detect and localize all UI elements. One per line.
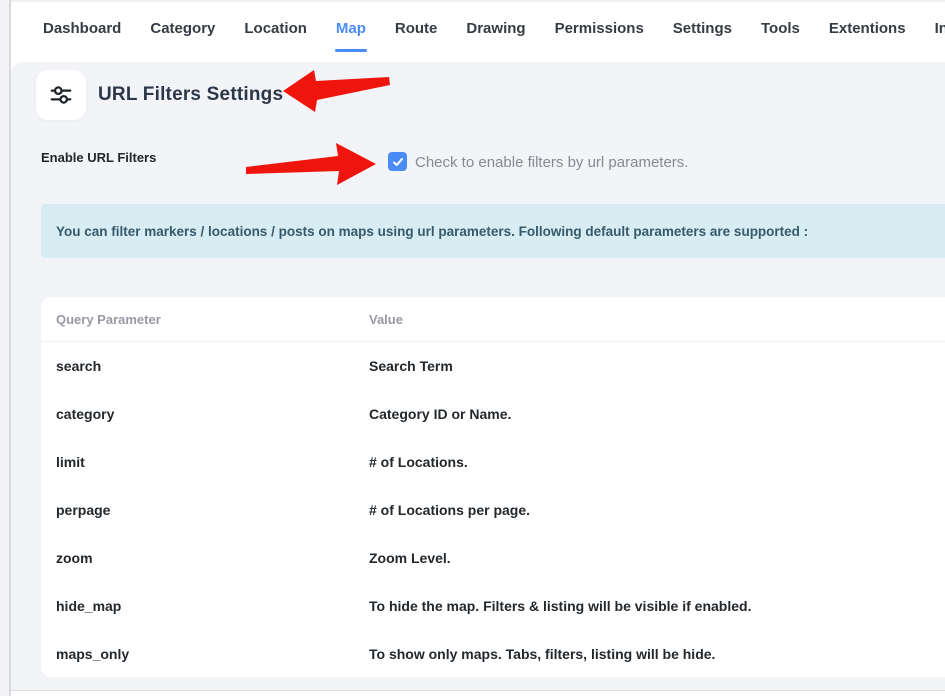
table-row: perpage # of Locations per page. bbox=[41, 486, 945, 534]
nav-item-permissions[interactable]: Permissions bbox=[554, 2, 645, 54]
param-cell: zoom bbox=[41, 550, 369, 566]
value-cell: Category ID or Name. bbox=[369, 406, 945, 422]
param-cell: hide_map bbox=[41, 598, 369, 614]
param-cell: limit bbox=[41, 454, 369, 470]
nav-item-settings[interactable]: Settings bbox=[672, 2, 733, 54]
param-cell: search bbox=[41, 358, 369, 374]
checkbox-description: Check to enable filters by url parameter… bbox=[415, 153, 688, 172]
info-banner: You can filter markers / locations / pos… bbox=[41, 204, 945, 258]
value-cell: Zoom Level. bbox=[369, 550, 945, 566]
sliders-icon bbox=[48, 82, 74, 108]
nav-item-extentions[interactable]: Extentions bbox=[828, 2, 907, 54]
nav-item-map[interactable]: Map bbox=[335, 2, 367, 54]
param-cell: maps_only bbox=[41, 646, 369, 662]
nav-item-tools[interactable]: Tools bbox=[760, 2, 801, 54]
nav-item-drawing[interactable]: Drawing bbox=[465, 2, 526, 54]
table-row: maps_only To show only maps. Tabs, filte… bbox=[41, 630, 945, 677]
table-row: zoom Zoom Level. bbox=[41, 534, 945, 582]
table-row: hide_map To hide the map. Filters & list… bbox=[41, 582, 945, 630]
enable-url-filters-checkbox[interactable] bbox=[388, 152, 407, 171]
table-header-row: Query Parameter Value bbox=[41, 297, 945, 342]
column-header-value: Value bbox=[369, 312, 945, 327]
nav-item-category[interactable]: Category bbox=[149, 2, 216, 54]
nav-item-integration[interactable]: Integration bbox=[934, 2, 945, 54]
nav-item-location[interactable]: Location bbox=[243, 2, 308, 54]
enable-url-filters-label: Enable URL Filters bbox=[41, 150, 156, 165]
table-row: search Search Term bbox=[41, 342, 945, 390]
info-banner-text: You can filter markers / locations / pos… bbox=[56, 224, 808, 239]
checkmark-icon bbox=[392, 156, 404, 168]
value-cell: To show only maps. Tabs, filters, listin… bbox=[369, 646, 945, 662]
page-title: URL Filters Settings bbox=[98, 84, 283, 106]
table-row: limit # of Locations. bbox=[41, 438, 945, 486]
settings-panel: URL Filters Settings Enable URL Filters … bbox=[11, 62, 945, 691]
page-left-gutter bbox=[0, 0, 11, 696]
param-cell: perpage bbox=[41, 502, 369, 518]
parameters-table: Query Parameter Value search Search Term… bbox=[41, 297, 945, 677]
column-header-query-parameter: Query Parameter bbox=[41, 312, 369, 327]
filters-icon-box bbox=[36, 70, 86, 120]
value-cell: # of Locations. bbox=[369, 454, 945, 470]
param-cell: category bbox=[41, 406, 369, 422]
nav-item-route[interactable]: Route bbox=[394, 2, 439, 54]
value-cell: To hide the map. Filters & listing will … bbox=[369, 598, 945, 614]
top-nav: Dashboard Category Location Map Route Dr… bbox=[11, 0, 945, 54]
nav-item-dashboard[interactable]: Dashboard bbox=[42, 2, 122, 54]
value-cell: Search Term bbox=[369, 358, 945, 374]
table-row: category Category ID or Name. bbox=[41, 390, 945, 438]
value-cell: # of Locations per page. bbox=[369, 502, 945, 518]
